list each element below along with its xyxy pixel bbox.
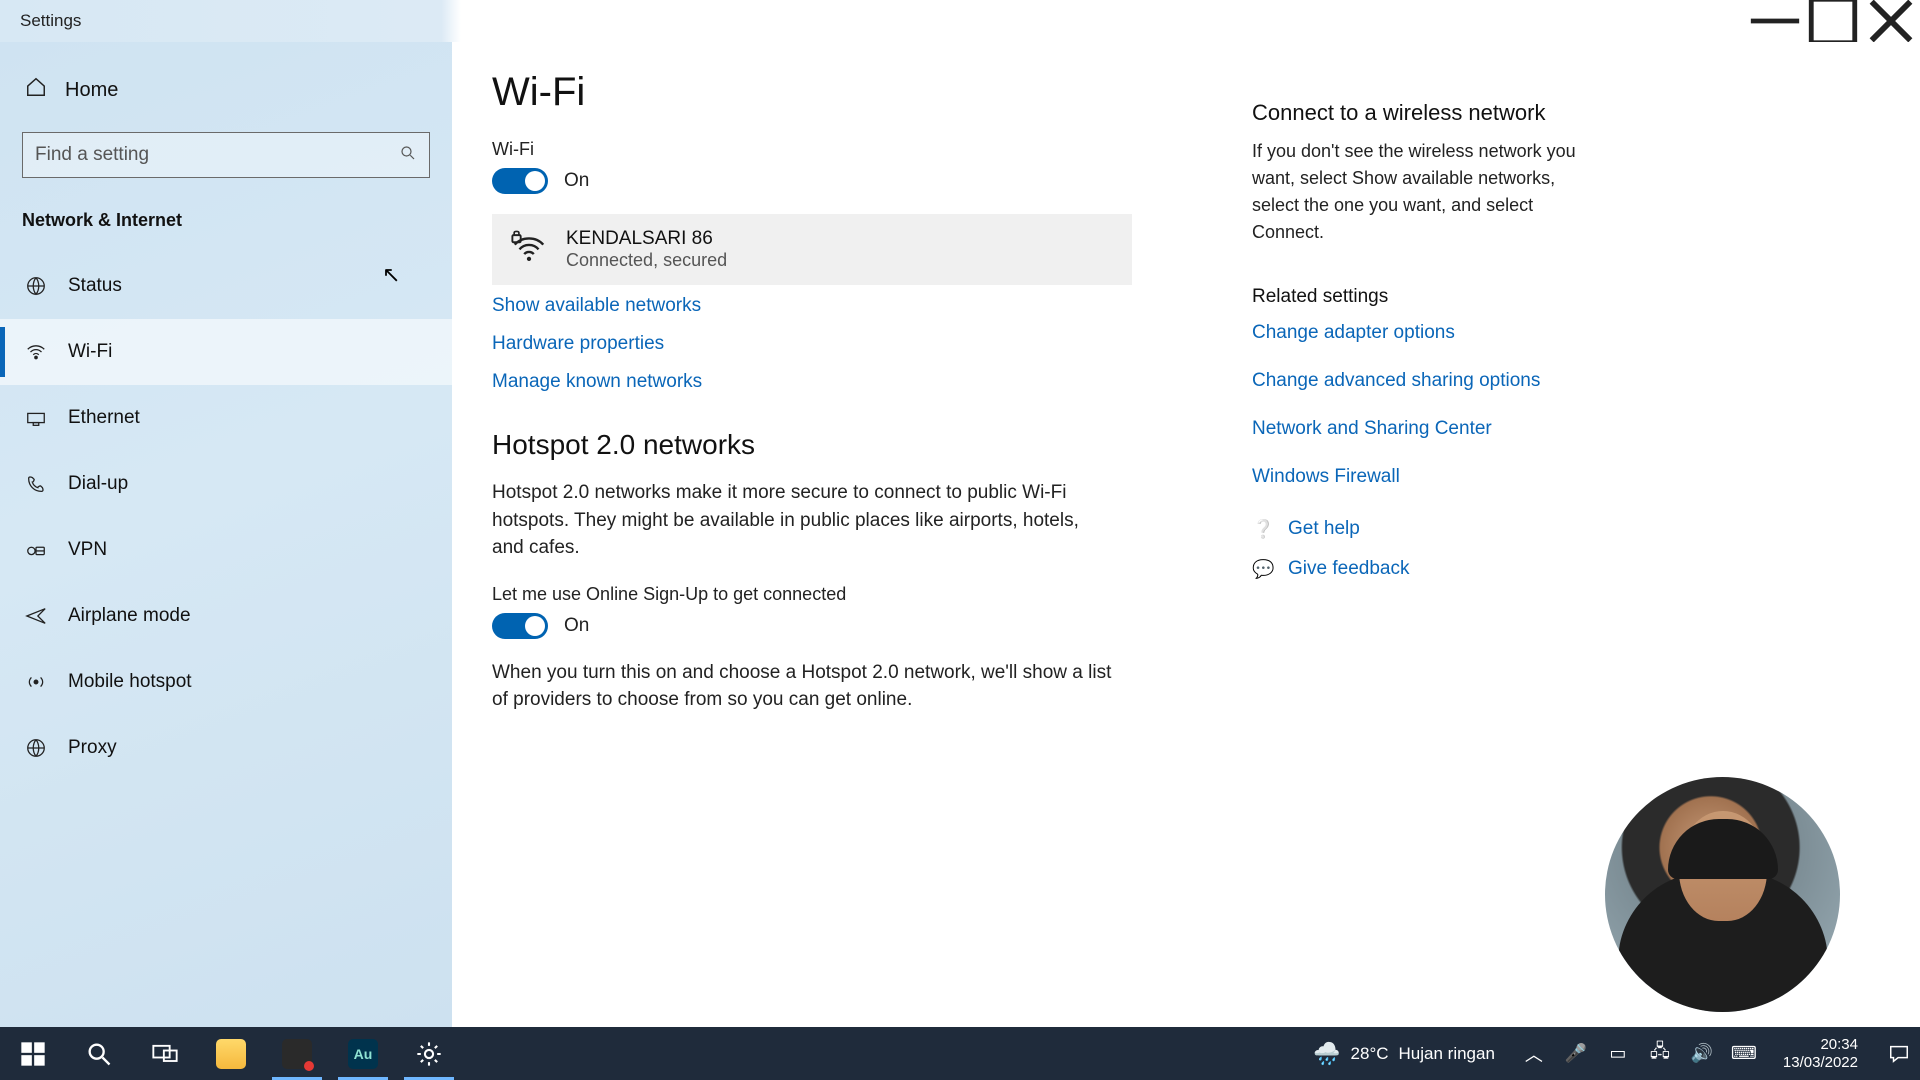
hotspot-signup-toggle[interactable] xyxy=(492,613,548,639)
search-input[interactable] xyxy=(35,144,399,166)
sidebar-item-label: Dial-up xyxy=(68,473,128,495)
taskbar-clock[interactable]: 20:34 13/03/2022 xyxy=(1773,1036,1868,1072)
hotspot-signup-desc: When you turn this on and choose a Hotsp… xyxy=(492,659,1112,714)
task-view-button[interactable] xyxy=(132,1027,198,1080)
start-button[interactable] xyxy=(0,1027,66,1080)
sidebar-item-wifi[interactable]: Wi-Fi xyxy=(0,319,452,385)
weather-icon: 🌧️ xyxy=(1313,1041,1340,1067)
sidebar-item-label: Mobile hotspot xyxy=(68,671,192,693)
sidebar: Home Network & Internet Status Wi-Fi xyxy=(0,42,452,1027)
window-controls xyxy=(1746,0,1920,42)
sidebar-item-label: VPN xyxy=(68,539,107,561)
sidebar-item-label: Wi-Fi xyxy=(68,341,112,363)
proxy-icon xyxy=(24,737,48,759)
right-panel: Connect to a wireless network If you don… xyxy=(1252,70,1582,1027)
sidebar-item-label: Ethernet xyxy=(68,407,140,429)
link-network-sharing-center[interactable]: Network and Sharing Center xyxy=(1252,418,1582,440)
tray-ime-icon[interactable]: ⌨ xyxy=(1731,1043,1757,1064)
vpn-icon xyxy=(24,539,48,561)
sidebar-item-status[interactable]: Status xyxy=(0,253,452,319)
sidebar-item-dialup[interactable]: Dial-up xyxy=(0,451,452,517)
feedback-icon: 💬 xyxy=(1252,559,1272,580)
tray-microphone-icon[interactable]: 🎤 xyxy=(1563,1043,1589,1064)
tray-meet-now-icon[interactable]: ▭ xyxy=(1605,1043,1631,1064)
titlebar: Settings xyxy=(0,0,1920,42)
clock-date: 13/03/2022 xyxy=(1783,1054,1858,1072)
wifi-secured-icon xyxy=(510,228,548,271)
ethernet-icon xyxy=(24,407,48,429)
current-network-card[interactable]: KENDALSARI 86 Connected, secured xyxy=(492,214,1132,285)
taskbar-search[interactable] xyxy=(66,1027,132,1080)
wifi-icon xyxy=(24,341,48,363)
sidebar-item-proxy[interactable]: Proxy xyxy=(0,715,452,781)
hotspot-title: Hotspot 2.0 networks xyxy=(492,429,1132,461)
sidebar-item-vpn[interactable]: VPN xyxy=(0,517,452,583)
hotspot-desc: Hotspot 2.0 networks make it more secure… xyxy=(492,479,1112,562)
tray-network-icon[interactable]: 🖧 xyxy=(1647,1039,1673,1069)
connect-title: Connect to a wireless network xyxy=(1252,100,1582,126)
search-box[interactable] xyxy=(22,132,430,178)
link-hardware-properties[interactable]: Hardware properties xyxy=(492,333,1132,355)
maximize-button[interactable] xyxy=(1804,0,1862,42)
nav-home[interactable]: Home xyxy=(0,58,452,122)
close-button[interactable] xyxy=(1862,0,1920,42)
hotspot-icon xyxy=(24,671,48,693)
taskbar-weather[interactable]: 🌧️ 28°C Hujan ringan xyxy=(1313,1041,1505,1067)
weather-condition: Hujan ringan xyxy=(1399,1044,1495,1064)
taskbar-app-settings[interactable] xyxy=(396,1027,462,1080)
taskbar: Au 🌧️ 28°C Hujan ringan ︿ 🎤 ▭ 🖧 🔊 ⌨ 20:3… xyxy=(0,1027,1920,1080)
taskbar-app-obs[interactable] xyxy=(264,1027,330,1080)
link-manage-known-networks[interactable]: Manage known networks xyxy=(492,371,1132,393)
connect-text: If you don't see the wireless network yo… xyxy=(1252,138,1582,246)
network-name: KENDALSARI 86 xyxy=(566,228,727,250)
page-title: Wi-Fi xyxy=(492,70,1132,115)
tray-chevron-up-icon[interactable]: ︿ xyxy=(1521,1041,1547,1067)
related-settings-title: Related settings xyxy=(1252,286,1582,308)
link-windows-firewall[interactable]: Windows Firewall xyxy=(1252,466,1582,488)
status-icon xyxy=(24,275,48,297)
airplane-icon xyxy=(24,605,48,627)
wifi-toggle-state: On xyxy=(564,170,589,192)
sidebar-item-label: Airplane mode xyxy=(68,605,191,627)
sidebar-item-label: Status xyxy=(68,275,122,297)
sidebar-item-airplane[interactable]: Airplane mode xyxy=(0,583,452,649)
weather-temp: 28°C xyxy=(1351,1044,1389,1064)
clock-time: 20:34 xyxy=(1783,1036,1858,1054)
search-icon xyxy=(399,144,417,167)
nav-home-label: Home xyxy=(65,79,118,102)
dialup-icon xyxy=(24,473,48,495)
network-status: Connected, secured xyxy=(566,250,727,271)
wifi-toggle-label: Wi-Fi xyxy=(492,139,1132,160)
sidebar-item-label: Proxy xyxy=(68,737,117,759)
link-give-feedback[interactable]: Give feedback xyxy=(1288,558,1409,580)
taskbar-app-file-explorer[interactable] xyxy=(198,1027,264,1080)
tray-volume-icon[interactable]: 🔊 xyxy=(1689,1043,1715,1064)
link-get-help[interactable]: Get help xyxy=(1288,518,1360,540)
hotspot-signup-label: Let me use Online Sign-Up to get connect… xyxy=(492,584,1132,605)
sidebar-section-label: Network & Internet xyxy=(0,196,452,253)
taskbar-app-audition[interactable]: Au xyxy=(330,1027,396,1080)
link-show-available-networks[interactable]: Show available networks xyxy=(492,295,1132,317)
sidebar-item-ethernet[interactable]: Ethernet xyxy=(0,385,452,451)
help-icon: ❔ xyxy=(1252,519,1272,540)
minimize-button[interactable] xyxy=(1746,0,1804,42)
link-change-advanced-sharing[interactable]: Change advanced sharing options xyxy=(1252,370,1582,392)
webcam-overlay xyxy=(1605,777,1840,1012)
action-center-button[interactable] xyxy=(1884,1039,1914,1069)
window-title: Settings xyxy=(20,11,81,31)
sidebar-item-hotspot[interactable]: Mobile hotspot xyxy=(0,649,452,715)
link-change-adapter-options[interactable]: Change adapter options xyxy=(1252,322,1582,344)
wifi-toggle[interactable] xyxy=(492,168,548,194)
home-icon xyxy=(25,76,47,104)
hotspot-signup-state: On xyxy=(564,615,589,637)
